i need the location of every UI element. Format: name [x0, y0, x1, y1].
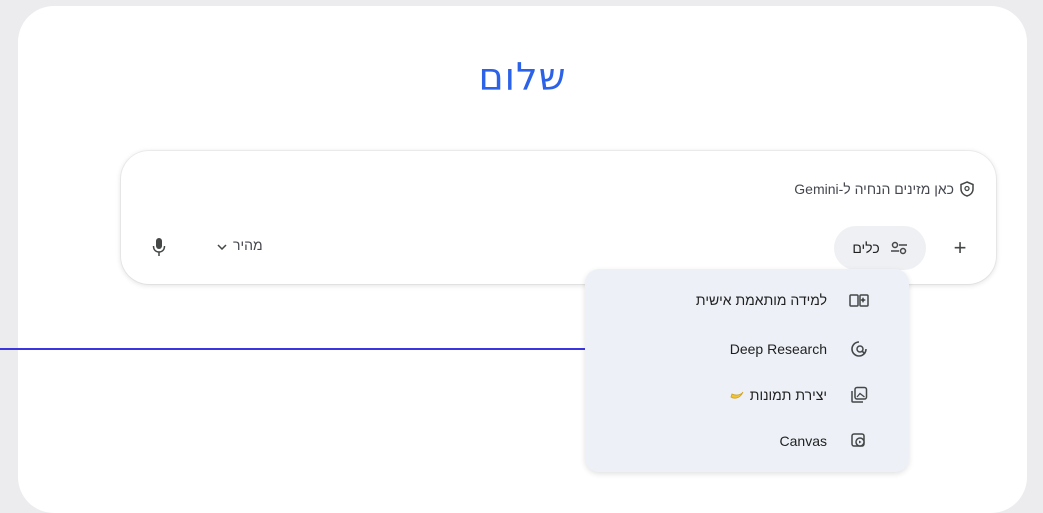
microphone-button[interactable]	[152, 237, 166, 257]
menu-item-label: יצירת תמונות	[749, 387, 827, 403]
menu-item-label: למידה מותאמת אישית	[695, 292, 827, 308]
prompt-placeholder[interactable]: כאן מזינים הנחיה ל-Gemini	[794, 181, 974, 197]
add-button[interactable]: +	[948, 237, 972, 261]
chevron-down-icon	[217, 237, 227, 253]
deep-research-icon	[849, 339, 869, 359]
menu-item-canvas[interactable]: Canvas	[585, 426, 909, 456]
shield-icon	[960, 181, 974, 197]
tools-button[interactable]: כלים	[834, 226, 926, 270]
model-label: מהיר	[233, 237, 263, 253]
microphone-icon	[152, 237, 166, 257]
menu-item-deep-research[interactable]: Deep Research	[585, 334, 909, 364]
tools-menu: למידה מותאמת אישית Deep Research יצירת ת…	[585, 269, 909, 472]
menu-item-label: Deep Research	[729, 341, 827, 357]
plus-icon: +	[953, 235, 967, 260]
image-generation-icon	[849, 385, 869, 405]
prompt-placeholder-text: כאן מזינים הנחיה ל-Gemini	[794, 181, 954, 197]
prompt-input-box[interactable]: כאן מזינים הנחיה ל-Gemini + כלים מהיר	[121, 151, 996, 284]
tools-label: כלים	[852, 240, 880, 256]
banana-icon	[730, 388, 744, 403]
greeting-title: שלום	[478, 55, 567, 99]
book-sparkle-icon	[849, 290, 869, 310]
menu-item-guided-learning[interactable]: למידה מותאמת אישית	[585, 285, 909, 315]
tools-icon	[890, 241, 908, 255]
menu-item-label: Canvas	[779, 433, 827, 449]
model-selector[interactable]: מהיר	[217, 237, 263, 253]
menu-item-image-generation[interactable]: יצירת תמונות	[585, 380, 909, 410]
canvas-icon	[849, 431, 869, 451]
